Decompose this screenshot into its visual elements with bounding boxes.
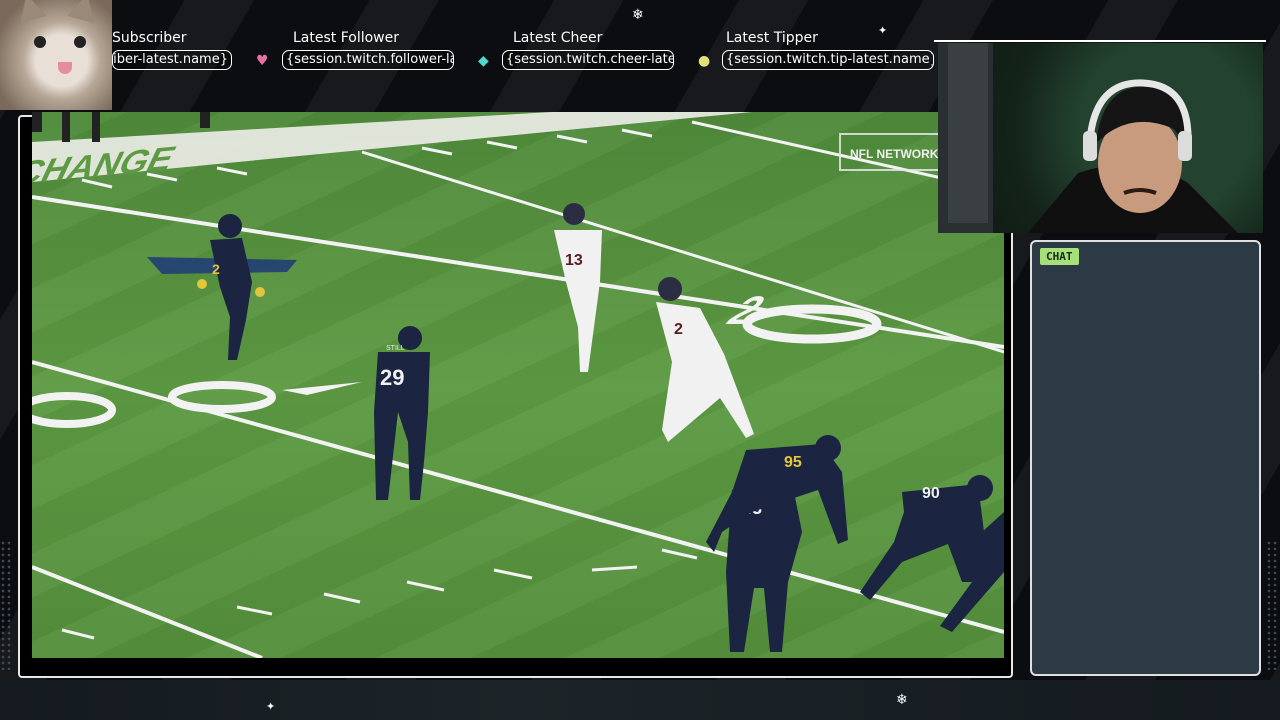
- player-white-13: 13: [554, 203, 602, 372]
- dot-pattern-left: [0, 540, 12, 670]
- field-number-30: [168, 381, 276, 413]
- player-navy-2: 2: [197, 214, 265, 360]
- field-number-0: [32, 392, 116, 428]
- player-navy-90: 90: [860, 475, 1004, 632]
- svg-text:STILL: STILL: [386, 345, 405, 352]
- coin-icon: ●: [698, 53, 711, 69]
- stat-value: {session.twitch.subscriber-latest.name}: [112, 50, 232, 70]
- kitten-image: [0, 0, 112, 110]
- svg-text:95: 95: [784, 454, 802, 471]
- player-navy-29: STILL 29: [374, 326, 430, 500]
- dot-pattern-right: [1266, 540, 1278, 670]
- stat-value: {session.twitch.cheer-latest.name}: [502, 50, 674, 70]
- overlay-bottom-band: [0, 680, 1280, 720]
- svg-text:2: 2: [212, 261, 220, 277]
- chat-title: CHAT: [1040, 248, 1079, 265]
- webcam-border: [934, 40, 1266, 42]
- sparkle-icon: ✦: [878, 24, 888, 37]
- stat-value: {session.twitch.tip-latest.name}: [722, 50, 934, 70]
- game-video[interactable]: CHANGE 2 NFL NETWORK 2 13 2 STILL 29 95 …: [32, 112, 1004, 658]
- svg-text:29: 29: [380, 365, 404, 390]
- stat-label: Latest Tipper: [726, 30, 818, 46]
- svg-text:90: 90: [922, 485, 940, 502]
- chat-panel: CHAT: [1030, 240, 1261, 676]
- diamond-icon: ◆: [478, 53, 489, 69]
- webcam-feed: [938, 43, 1263, 233]
- sparkle-icon: ❄: [896, 692, 908, 708]
- sparkle-icon: ✦: [266, 700, 276, 713]
- svg-text:13: 13: [565, 252, 583, 269]
- heart-icon: ♥: [256, 53, 269, 69]
- football-field: CHANGE 2 NFL NETWORK 2 13 2 STILL 29 95 …: [32, 112, 1004, 658]
- svg-text:2: 2: [674, 321, 683, 338]
- svg-text:NFL NETWORK: NFL NETWORK: [850, 147, 939, 161]
- stat-value: {session.twitch.follower-latest.name}: [282, 50, 454, 70]
- stat-label: Latest Follower: [293, 30, 399, 46]
- stat-label: Subscriber: [112, 30, 187, 46]
- stat-label: Latest Cheer: [513, 30, 603, 46]
- sparkle-icon: ❄: [632, 7, 644, 23]
